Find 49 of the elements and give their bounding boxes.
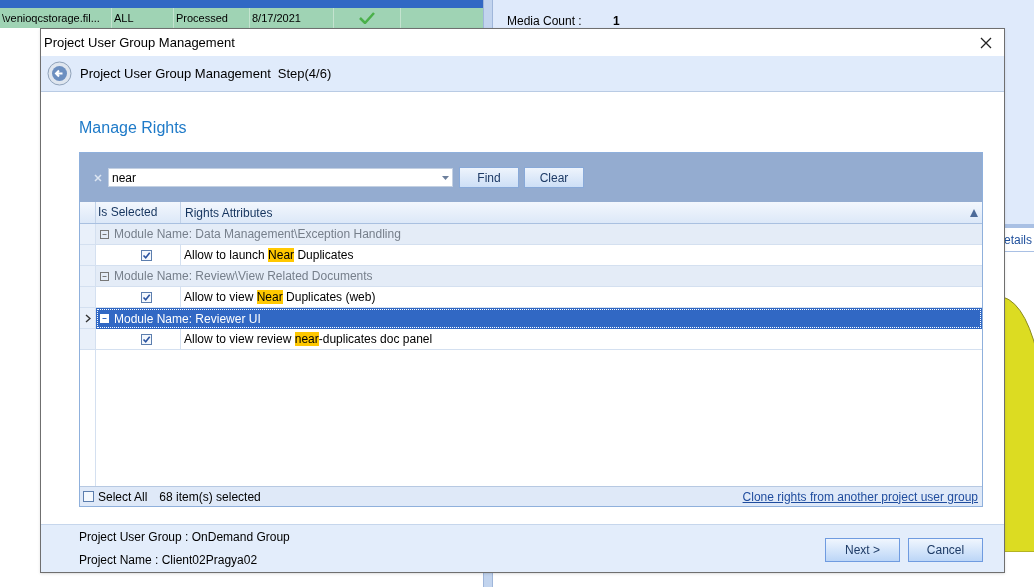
find-button[interactable]: Find (459, 167, 519, 188)
group-row[interactable]: Module Name: Reviewer UI (96, 308, 982, 329)
selected-count: 68 item(s) selected (159, 488, 261, 506)
clone-rights-link[interactable]: Clone rights from another project user group (742, 487, 978, 506)
next-button[interactable]: Next > (825, 537, 900, 562)
clear-button[interactable]: Clear (524, 167, 584, 188)
table-cell-text: 8/17/2021 (252, 10, 301, 26)
table-cell-text: ALL (114, 10, 134, 26)
column-header[interactable]: Is Selected (96, 202, 181, 223)
checkbox[interactable] (141, 333, 152, 345)
step-indicator: Step(4/6) (277, 64, 332, 83)
section-title: Manage Rights (79, 118, 188, 138)
row-header-cell[interactable] (80, 287, 96, 308)
collapse-icon[interactable] (100, 271, 109, 281)
row-header-cell[interactable] (80, 308, 96, 329)
dropdown-caret-icon (442, 175, 449, 180)
close-icon (980, 36, 992, 49)
column-header[interactable]: Rights Attributes (181, 202, 982, 223)
table-row[interactable]: \venioqcstorage.fil... ALL Processed 8/17/2021 (0, 8, 483, 28)
window-title: Project User Group Management (44, 33, 235, 52)
group-label: Module Name: Data Management\Exception Handling (114, 226, 401, 243)
details-tab[interactable]: etails (1004, 230, 1034, 249)
table-cell-text: \venioqcstorage.fil... (2, 10, 100, 26)
select-all-label[interactable]: Select All (98, 487, 148, 506)
info-text: Project User Group : OnDemand Group (79, 529, 290, 546)
row-header-cell[interactable] (80, 224, 96, 245)
cancel-button[interactable]: Cancel (908, 537, 983, 562)
table-cell-text: Processed (176, 10, 228, 26)
summary-label: Media Count : (507, 13, 583, 30)
row-header-cell[interactable] (80, 245, 96, 266)
right-text: Allow to launch Near Duplicates (184, 247, 354, 264)
back-button[interactable] (47, 61, 72, 86)
group-label: Module Name: Review\View Related Documents (114, 268, 373, 285)
group-row[interactable]: Module Name: Review\View Related Documents (96, 266, 982, 287)
row-header-cell[interactable] (80, 266, 96, 287)
search-field[interactable]: near (108, 168, 453, 187)
group-row[interactable]: Module Name: Data Management\Exception Handling (96, 224, 982, 245)
checkbox[interactable] (141, 249, 152, 261)
group-label: Module Name: Reviewer UI (114, 310, 261, 328)
checkbox[interactable] (141, 291, 152, 303)
select-all-checkbox[interactable] (83, 491, 94, 502)
info-text: Project Name : Client02Pragya02 (79, 552, 259, 569)
collapse-icon[interactable] (100, 229, 109, 239)
sort-ascending-icon (970, 208, 978, 217)
row-header-cell[interactable] (80, 329, 96, 350)
summary-value: 1 (613, 13, 620, 30)
header-title: Project User Group Management (80, 64, 271, 83)
current-row-icon (84, 313, 91, 323)
right-text: Allow to view Near Duplicates (web) (184, 289, 376, 306)
